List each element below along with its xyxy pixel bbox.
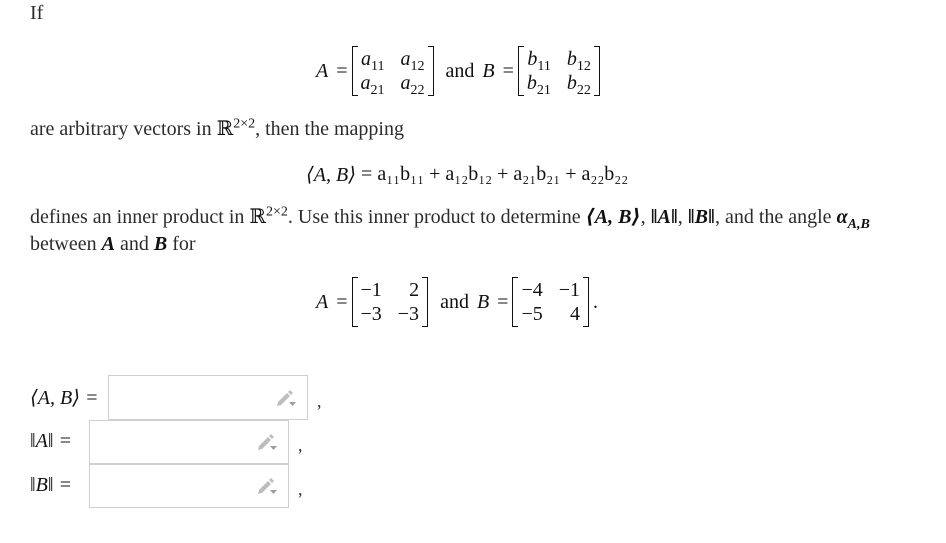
instructions-line-2: between A and B for <box>30 233 196 255</box>
answer-separator: , <box>298 479 303 499</box>
matrix-entry: a22 <box>400 72 425 98</box>
matrix-entry: 2 <box>409 279 420 301</box>
norm-a-answer-box[interactable] <box>89 420 289 464</box>
matrix-entry: −1 <box>360 279 382 301</box>
inner-product-answer-box[interactable] <box>108 375 308 420</box>
pencil-dropdown-icon[interactable] <box>256 477 278 495</box>
matrix-b-symbol: B <box>482 59 495 82</box>
matrix-entry: 4 <box>570 303 581 325</box>
matrix-entry: b21 <box>526 72 551 98</box>
matrix-entry: b11 <box>527 48 551 74</box>
matrix-b-values: −4 −1 −5 4 <box>512 277 590 327</box>
matrix-a-symbol: A <box>316 59 329 82</box>
vectors-statement: are arbitrary vectors in ℝ2×2, then the … <box>30 116 404 140</box>
matrix-entry: −3 <box>397 303 420 325</box>
pencil-dropdown-icon[interactable] <box>275 389 297 407</box>
matrix-a-general: a11 a12 a21 a22 <box>351 46 434 98</box>
instructions-line-1: defines an inner product in ℝ2×2. Use th… <box>30 204 870 232</box>
inner-product-formula: ⟨A, B⟩ = a₁₁b₁₁ + a₁₂b₁₂ + a₂₁b₂₁ + a₂₂b… <box>306 163 629 186</box>
answer-separator: , <box>317 391 322 411</box>
and-word: and <box>445 59 475 82</box>
definition-matrices: A = a11 a12 a21 a22 and B = b11 b12 b21 … <box>316 46 604 98</box>
intro-text: If <box>30 2 44 24</box>
pencil-dropdown-icon[interactable] <box>256 433 278 451</box>
matrix-entry: a21 <box>360 72 385 98</box>
matrix-b-general: b11 b12 b21 b22 <box>517 46 600 98</box>
matrix-entry: a11 <box>361 48 385 74</box>
matrix-a-values: −1 2 −3 −3 <box>351 277 429 327</box>
matrix-entry: b12 <box>566 48 591 74</box>
matrix-entry: a12 <box>400 48 425 74</box>
equals-sign: = <box>502 59 514 82</box>
given-matrices: A = −1 2 −3 −3 and B = −4 −1 −5 4 . <box>316 277 599 327</box>
norm-b-label: ‖B‖ = <box>30 474 72 496</box>
matrix-entry: −5 <box>521 303 543 325</box>
norm-b-answer-box[interactable] <box>89 464 289 508</box>
matrix-entry: −1 <box>558 279 581 301</box>
matrix-entry: b22 <box>566 72 591 98</box>
inner-product-label: ⟨A, B⟩ = <box>30 387 99 409</box>
norm-a-label: ‖A‖ = <box>30 430 72 452</box>
matrix-entry: −3 <box>360 303 382 325</box>
answer-separator: , <box>298 435 303 455</box>
equals-sign: = <box>336 59 348 82</box>
matrix-entry: −4 <box>521 279 543 301</box>
